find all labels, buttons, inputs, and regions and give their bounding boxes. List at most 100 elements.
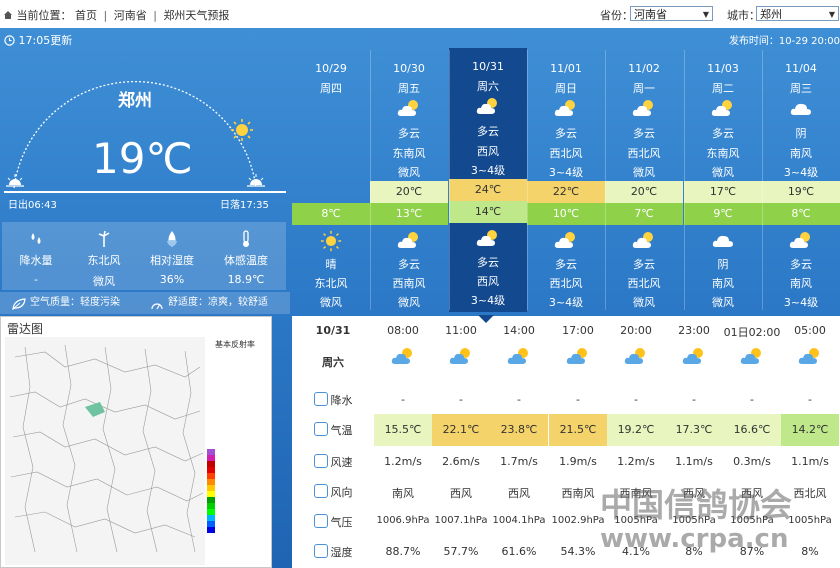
stat-label: 体感温度 xyxy=(224,254,268,267)
wind-turbine-icon xyxy=(70,230,138,252)
forecast-high-temp: 20℃ xyxy=(605,181,683,203)
forecast-day-wind-level: 微风 xyxy=(633,166,655,179)
home-icon xyxy=(3,10,13,20)
stat-value: 36% xyxy=(159,273,185,286)
stat-wind: 东北风 微风 xyxy=(70,222,138,290)
partly-cloudy-icon xyxy=(370,230,448,254)
radar-map-image[interactable]: 基本反射率 xyxy=(5,337,269,565)
forecast-day-wind: 西北风 xyxy=(549,147,583,160)
stat-value: 微风 xyxy=(93,275,115,288)
forecast-night-weather: 阴 xyxy=(717,258,729,271)
forecast-weekday: 周四 xyxy=(320,82,342,95)
humidity-icon xyxy=(138,230,206,252)
air-quality-text: 空气质量：轻度污染 xyxy=(30,297,120,308)
sun-icon xyxy=(230,118,254,145)
forecast-night-wind-level: 3~4级 xyxy=(470,294,506,307)
forecast-low-temp: 8℃ xyxy=(762,203,840,225)
forecast-night-wind: 西风 xyxy=(477,275,499,288)
column-divider xyxy=(762,50,763,310)
forecast-weekday: 周五 xyxy=(398,82,420,95)
hourly-humidity: 88.7% xyxy=(385,545,421,558)
forecast-date: 10/29 xyxy=(315,62,347,75)
forecast-day-11-02[interactable]: 11/02 周一 多云 西北风 微风 20℃ 7℃ 多云 西北风 微风 xyxy=(605,50,683,310)
breadcrumb-current: 郑州天气预报 xyxy=(163,9,230,22)
hourly-row-label: 气温 xyxy=(292,422,374,438)
breadcrumb-separator: | xyxy=(153,9,157,22)
hourly-wind-speed: 1.1m/s xyxy=(791,455,829,468)
watermark: 中国信鸽协会 www.crpa.cn xyxy=(600,488,840,568)
hourly-column: 17:00 - 21.5℃ 1.9m/s 西南风 1002.9hPa 54.3% xyxy=(549,316,607,568)
hourly-column: 11:00 - 22.1℃ 2.6m/s 西风 1007.1hPa 57.7% xyxy=(432,316,490,568)
breadcrumb-province-link[interactable]: 河南省 xyxy=(114,7,147,23)
forecast-day-wind: 东南风 xyxy=(706,147,740,160)
forecast-night-wind: 西北风 xyxy=(627,277,661,290)
partly-cloudy-icon xyxy=(449,96,527,120)
hourly-wind-direction: 西南风 xyxy=(561,487,595,500)
forecast-high-temp: 17℃ xyxy=(684,181,762,203)
column-divider xyxy=(527,50,528,310)
forecast-night-weather: 多云 xyxy=(633,258,655,271)
forecast-night-wind-level: 3~4级 xyxy=(783,296,819,309)
forecast-day-weather: 多云 xyxy=(477,125,499,138)
hourly-precipitation: - xyxy=(808,393,812,406)
forecast-low-temp: 14℃ xyxy=(449,201,527,223)
radar-legend-title: 基本反射率 xyxy=(215,339,255,349)
forecast-day-10-29[interactable]: 10/29 周四 8℃ 晴东北风 微风 xyxy=(292,50,370,310)
hourly-temperature: 21.5℃ xyxy=(549,414,607,446)
hourly-precipitation: - xyxy=(401,393,405,406)
forecast-high-temp: 20℃ xyxy=(370,181,448,203)
hourly-row-label: 湿度 xyxy=(292,544,374,560)
partly-cloudy-icon xyxy=(374,346,432,370)
forecast-day-10-31[interactable]: 10/31 周六 多云 西风 3~4级 24℃ 14℃ 多云 西风 3~4级 xyxy=(449,48,527,312)
pressure-icon xyxy=(313,514,328,528)
hourly-pressure: 1007.1hPa xyxy=(434,515,488,526)
stat-feels-like: 体感温度 18.9℃ xyxy=(206,222,286,290)
hourly-time: 01日02:00 xyxy=(723,326,781,339)
hourly-row-label-text: 降水 xyxy=(330,394,353,407)
hourly-row-label-text: 风速 xyxy=(330,456,353,469)
forecast-night-weather: 多云 xyxy=(790,258,812,271)
sunrise-time: 日出06:43 xyxy=(8,200,57,211)
seven-day-forecast: 10/29 周四 8℃ 晴东北风 微风 10/30 周五 多云 东南风 微风 20℃ 13℃ 多云 西南风… xyxy=(292,48,840,312)
stat-label: 东北风 xyxy=(87,254,121,267)
forecast-day-weather: 多云 xyxy=(555,127,577,140)
hourly-wind-speed: 1.7m/s xyxy=(500,455,538,468)
forecast-day-10-30[interactable]: 10/30 周五 多云 东南风 微风 20℃ 13℃ 多云 西南风 微风 xyxy=(370,50,448,310)
thermometer-icon xyxy=(313,422,328,436)
forecast-day-11-03[interactable]: 11/03 周二 多云 东南风 微风 17℃ 9℃ 阴南风 微风 xyxy=(684,50,762,310)
hourly-row-label: 气压 xyxy=(292,514,374,530)
hourly-temperature: 22.1℃ xyxy=(432,414,490,446)
column-divider xyxy=(449,50,450,310)
watermark-title: 中国信鸽协会 xyxy=(600,486,793,524)
forecast-day-weather: 多云 xyxy=(712,127,734,140)
hourly-wind-speed: 1.9m/s xyxy=(559,455,597,468)
stat-label: 降水量 xyxy=(19,254,53,267)
stat-precipitation: 降水量 - xyxy=(2,222,70,290)
forecast-night-wind: 东北风 xyxy=(314,277,348,290)
forecast-day-weather: 多云 xyxy=(633,127,655,140)
current-temperature: 19℃ xyxy=(92,134,193,183)
hourly-temperature: 14.2℃ xyxy=(781,414,839,446)
breadcrumb-home-link[interactable]: 首页 xyxy=(75,7,97,23)
sunrise-icon xyxy=(6,174,24,191)
city-name: 郑州 xyxy=(118,91,152,111)
city-select[interactable]: 郑州 ▼ xyxy=(756,6,839,21)
partly-cloudy-icon xyxy=(449,228,527,252)
forecast-low-temp: 13℃ xyxy=(370,203,448,225)
hourly-wind-speed: 1.1m/s xyxy=(675,455,713,468)
forecast-night-wind: 南风 xyxy=(712,277,734,290)
partly-cloudy-icon xyxy=(723,346,781,370)
forecast-day-11-01[interactable]: 11/01 周日 多云 西北风 3~4级 22℃ 10℃ 多云 西北风 3~4级 xyxy=(527,50,605,310)
publish-time: 发布时间：10-29 20:00 xyxy=(728,36,840,47)
partly-cloudy-icon xyxy=(781,346,839,370)
hourly-column: 08:00 - 15.5℃ 1.2m/s 南风 1006.9hPa 88.7% xyxy=(374,316,432,568)
province-select[interactable]: 河南省 ▼ xyxy=(630,6,713,21)
partly-cloudy-icon xyxy=(432,346,490,370)
hourly-precipitation: - xyxy=(750,393,754,406)
humidity-icon xyxy=(313,544,328,558)
hourly-row-label: 风向 xyxy=(292,484,374,500)
hourly-wind-speed: 1.2m/s xyxy=(384,455,422,468)
forecast-night-wind: 西南风 xyxy=(392,277,426,290)
hourly-column: 14:00 - 23.8℃ 1.7m/s 西风 1004.1hPa 61.6% xyxy=(490,316,548,568)
forecast-day-11-04[interactable]: 11/04 周三阴南风 3~4级 19℃ 8℃ 多云 南风 3~4级 xyxy=(762,50,840,310)
